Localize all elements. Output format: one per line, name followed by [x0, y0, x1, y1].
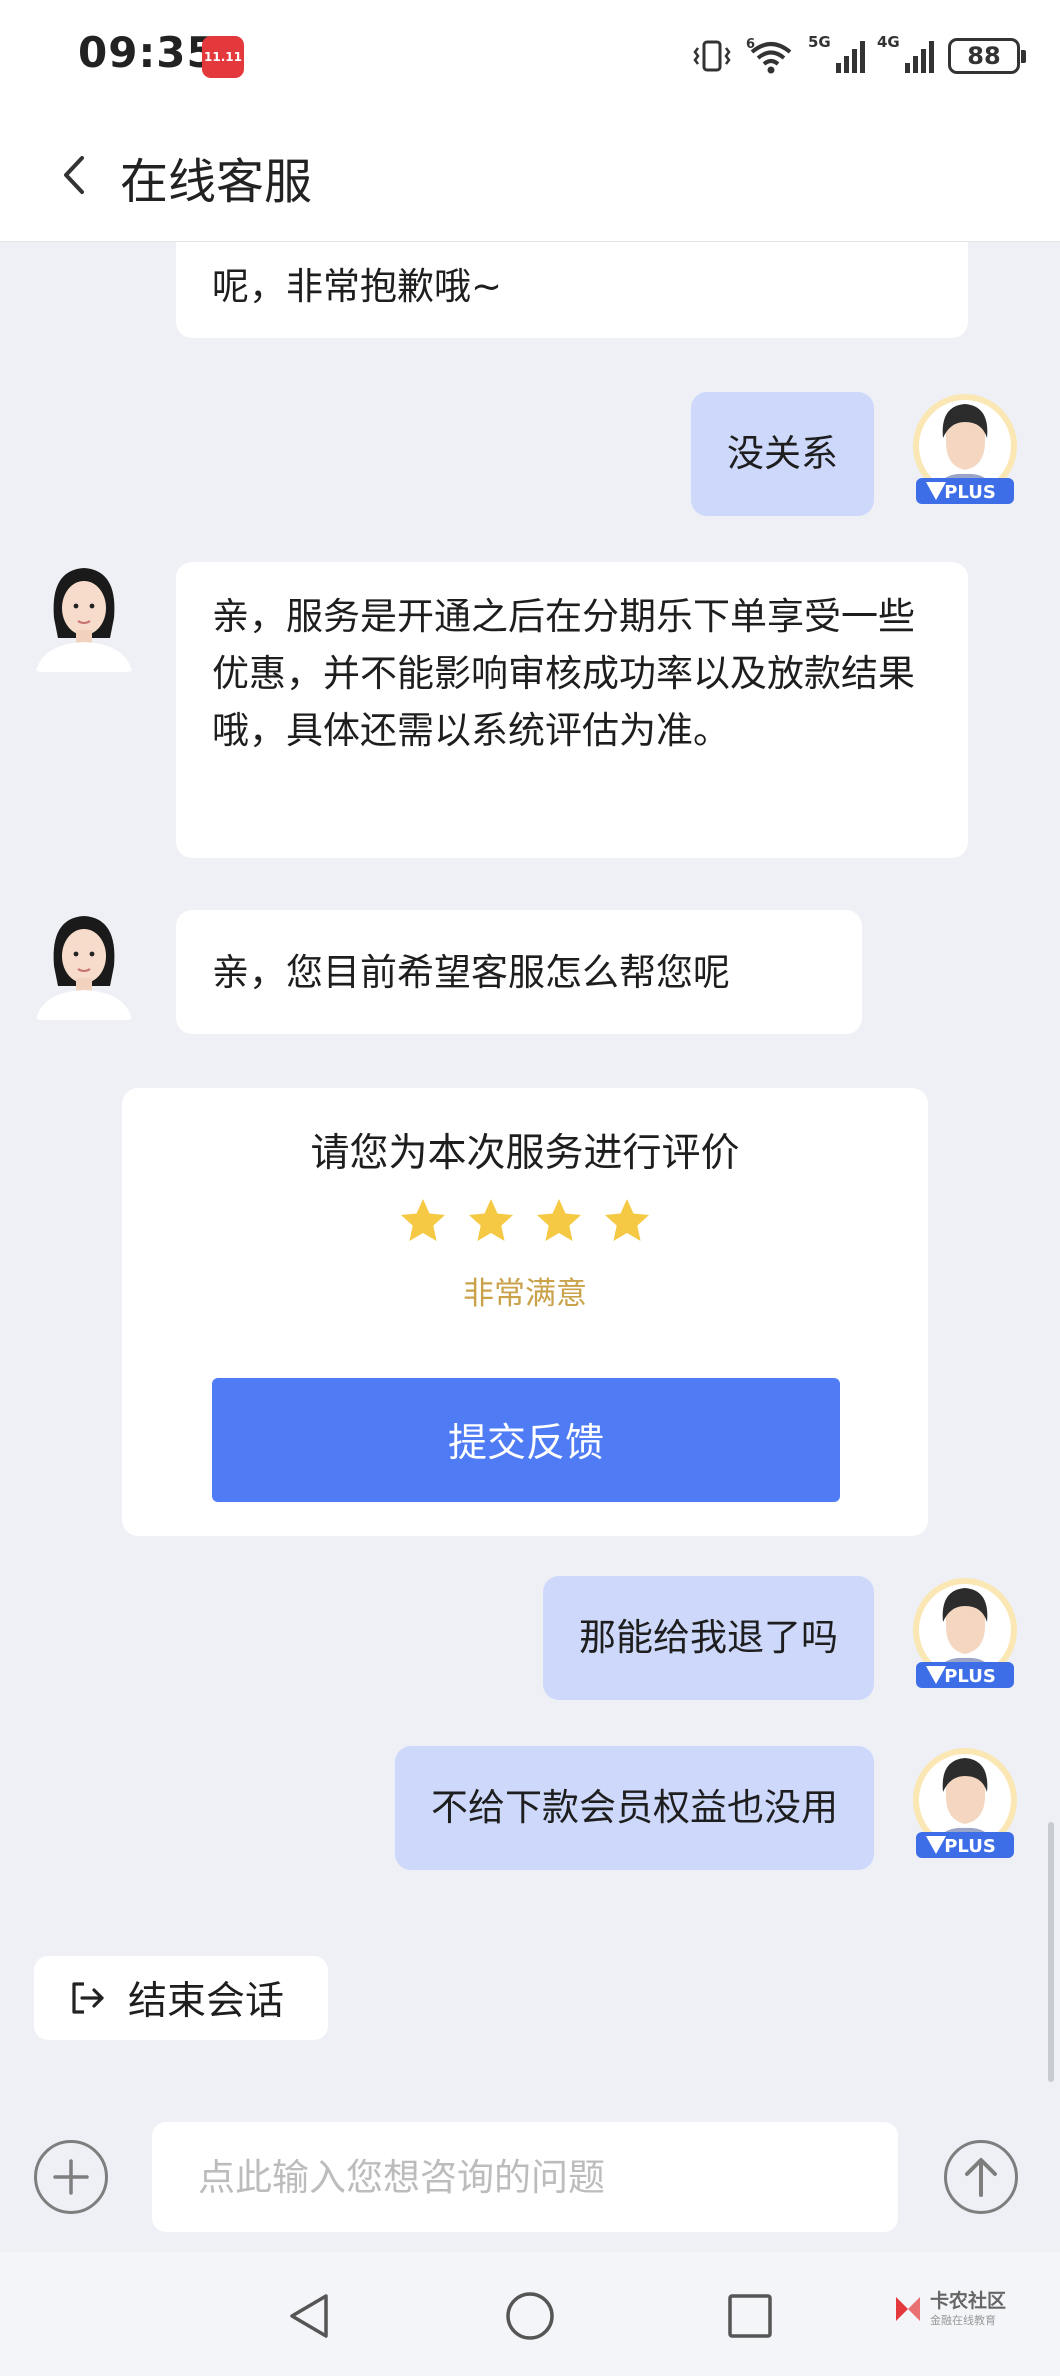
back-icon[interactable]	[52, 150, 102, 200]
watermark: 卡农社区 金融在线教育	[892, 2292, 1006, 2326]
vibrate-icon	[693, 40, 731, 72]
agent-message: 亲，服务是开通之后在分期乐下单享受一些优惠，并不能影响审核成功率以及放款结果哦，…	[176, 562, 968, 858]
status-indicators: 6 5G 4G 88	[692, 30, 1026, 82]
plus-icon	[53, 2159, 89, 2195]
star-icon[interactable]	[398, 1196, 448, 1246]
agent-avatar-icon	[32, 560, 136, 672]
agent-message: 呢，非常抱歉哦~	[176, 242, 968, 338]
signal-5g-icon: 5G	[808, 33, 865, 73]
header: 在线客服	[0, 112, 1060, 242]
watermark-logo-icon	[895, 2297, 920, 2321]
message-text: 不给下款会员权益也没用	[431, 1786, 838, 1829]
submit-feedback-label: 提交反馈	[447, 1421, 604, 1466]
status-time: 09:35	[78, 28, 217, 77]
square-recents-icon	[728, 2294, 772, 2338]
agent-message: 亲，您目前希望客服怎么帮您呢	[176, 910, 862, 1034]
star-rating[interactable]	[122, 1196, 928, 1246]
watermark-sub: 金融在线教育	[929, 2314, 996, 2327]
exit-icon	[72, 1982, 104, 2014]
end-session-button[interactable]: 结束会话	[34, 1956, 328, 2040]
svg-text:PLUS: PLUS	[944, 1666, 996, 1687]
system-nav-bar: 卡农社区 金融在线教育	[0, 2252, 1060, 2376]
chat-history[interactable]: 呢，非常抱歉哦~ 没关系 PLUS 亲，服务是开通之后在分期乐下单享受一些优惠，…	[0, 242, 1060, 2088]
user-avatar[interactable]: PLUS	[906, 1746, 1024, 1864]
svg-text:PLUS: PLUS	[944, 1836, 996, 1857]
arrow-up-icon	[965, 2158, 997, 2197]
watermark-main: 卡农社区	[929, 2290, 1006, 2312]
nav-recents-button[interactable]	[722, 2288, 778, 2344]
agent-avatar[interactable]	[32, 560, 136, 672]
end-session-label: 结束会话	[128, 1979, 285, 2024]
star-icon[interactable]	[466, 1196, 516, 1246]
nav-back-button[interactable]	[282, 2288, 338, 2344]
agent-avatar[interactable]	[32, 908, 136, 1020]
triangle-back-icon	[290, 2294, 328, 2338]
rating-card: 请您为本次服务进行评价 非常满意 提交反馈	[122, 1088, 928, 1536]
star-icon[interactable]	[534, 1196, 584, 1246]
send-button[interactable]	[944, 2140, 1018, 2214]
shopping-app-icon: 11.11	[202, 36, 244, 78]
battery-icon: 88	[948, 38, 1026, 74]
message-text: 呢，非常抱歉哦~	[212, 265, 503, 308]
submit-feedback-button[interactable]: 提交反馈	[212, 1378, 840, 1502]
agent-avatar-icon	[32, 908, 136, 1020]
rating-title: 请您为本次服务进行评价	[310, 1131, 740, 1176]
page-title: 在线客服	[120, 154, 313, 210]
user-avatar[interactable]: PLUS	[906, 392, 1024, 510]
message-input[interactable]	[152, 2122, 898, 2232]
star-icon[interactable]	[602, 1196, 652, 1246]
user-avatar[interactable]: PLUS	[906, 1576, 1024, 1694]
circle-home-icon	[506, 2292, 554, 2340]
status-bar: 09:35 11.11 6 5G 4G 88	[0, 0, 1060, 112]
message-text: 亲，服务是开通之后在分期乐下单享受一些优惠，并不能影响审核成功率以及放款结果哦，…	[212, 595, 915, 752]
message-text: 那能给我退了吗	[579, 1616, 838, 1659]
wifi-icon: 6	[746, 37, 792, 74]
rating-level-text: 非常满意	[463, 1276, 587, 1312]
scrollbar[interactable]	[1048, 1822, 1054, 2082]
message-text: 亲，您目前希望客服怎么帮您呢	[212, 951, 730, 994]
message-text: 没关系	[727, 432, 838, 475]
input-bar	[0, 2088, 1060, 2252]
add-attachment-button[interactable]	[34, 2140, 108, 2214]
user-avatar-icon: PLUS	[913, 1748, 1017, 1858]
user-message: 不给下款会员权益也没用	[395, 1746, 874, 1870]
battery-level: 88	[967, 42, 1001, 70]
user-avatar-icon: PLUS	[913, 394, 1017, 504]
signal-4g-icon: 4G	[877, 33, 934, 73]
user-message: 那能给我退了吗	[543, 1576, 874, 1700]
svg-text:PLUS: PLUS	[944, 482, 996, 503]
user-avatar-icon: PLUS	[913, 1578, 1017, 1688]
user-message: 没关系	[691, 392, 874, 516]
nav-home-button[interactable]	[502, 2288, 558, 2344]
